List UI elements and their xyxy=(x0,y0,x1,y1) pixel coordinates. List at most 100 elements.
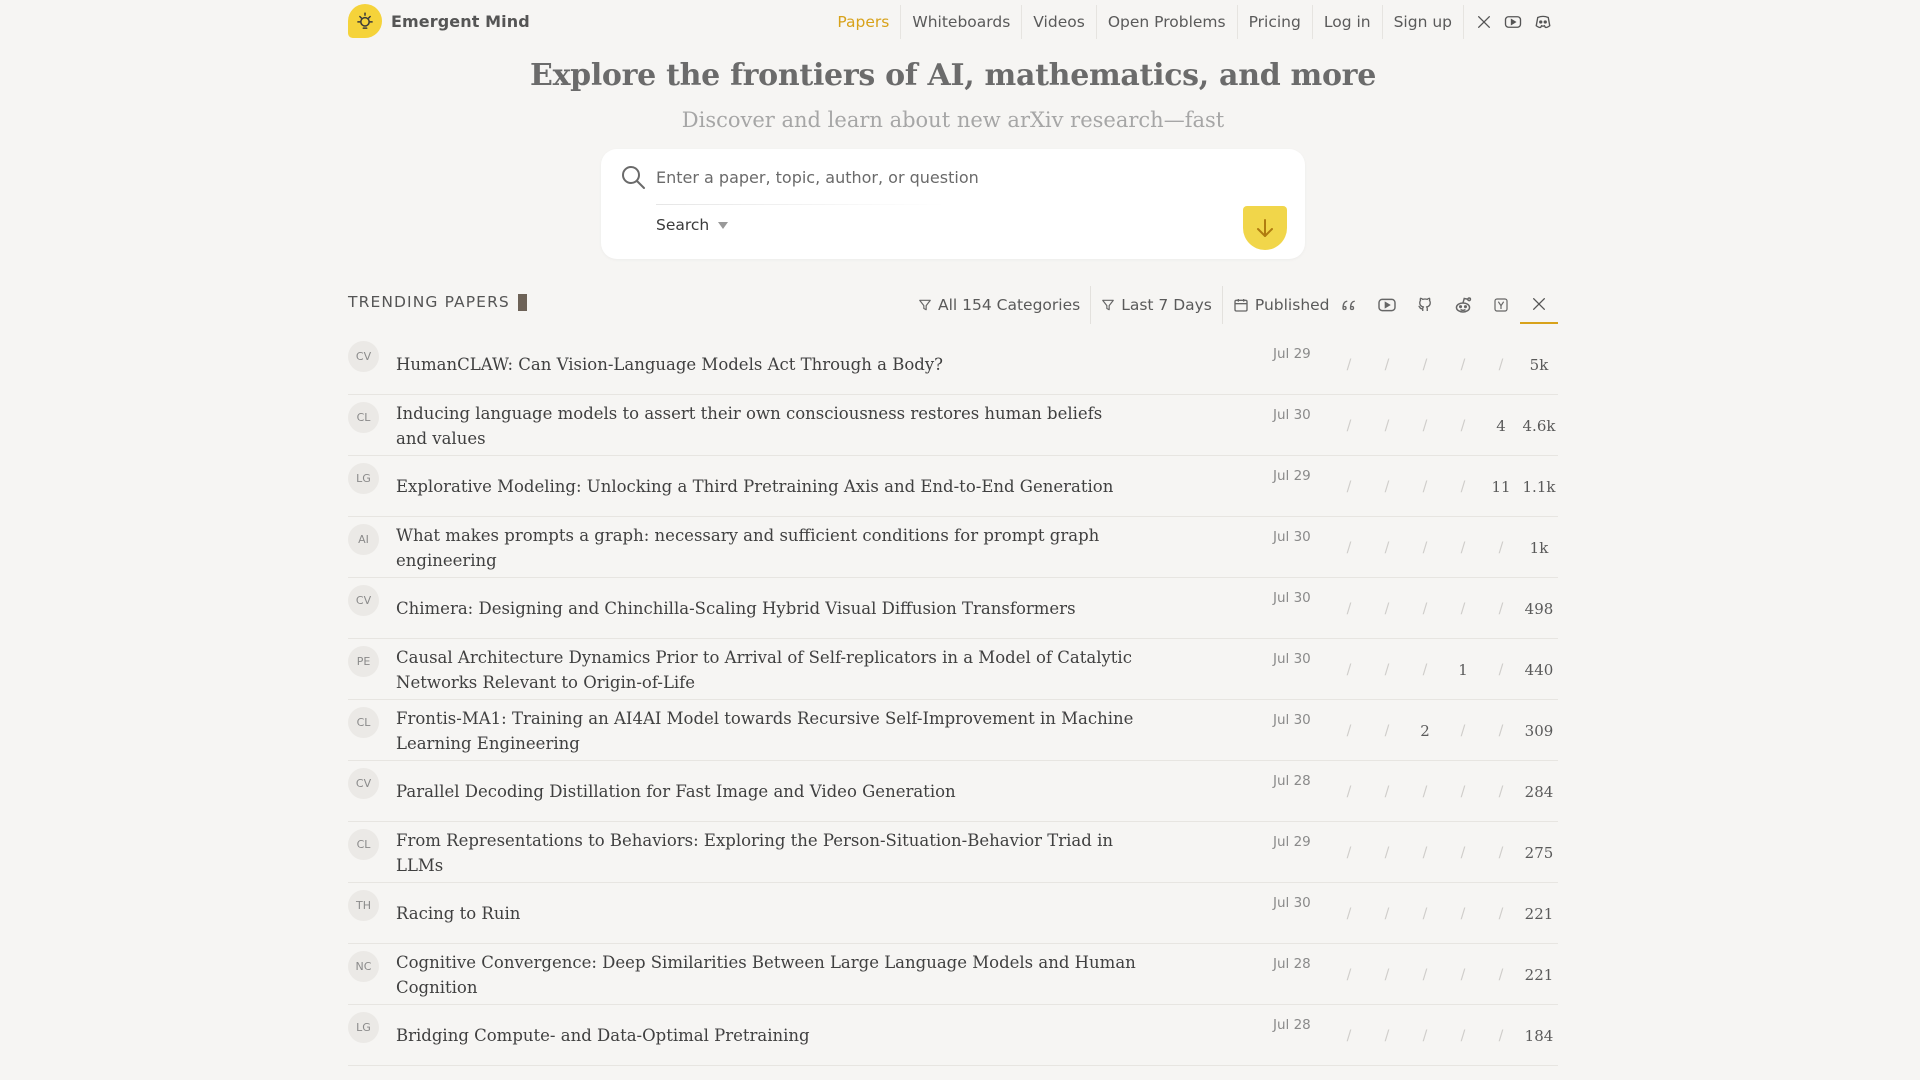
hacker-news-count: / xyxy=(1498,600,1504,617)
paper-row: CV Chimera: Designing and Chinchilla-Sca… xyxy=(348,578,1558,639)
hacker-news-count: / xyxy=(1498,966,1504,983)
github-icon[interactable] xyxy=(1406,286,1444,324)
hacker-news-count: / xyxy=(1498,661,1504,678)
paper-list: CV HumanCLAW: Can Vision-Language Models… xyxy=(348,334,1558,1066)
category-badge[interactable]: CL xyxy=(348,707,379,738)
x-count: 221 xyxy=(1524,965,1554,984)
paper-row: CL From Representations to Behaviors: Ex… xyxy=(348,822,1558,883)
youtube-count: / xyxy=(1384,661,1390,678)
category-badge[interactable]: AI xyxy=(348,524,379,555)
discord-icon[interactable] xyxy=(1528,5,1558,39)
social-links xyxy=(1463,5,1558,39)
logo[interactable]: Emergent Mind xyxy=(348,4,530,38)
paper-title[interactable]: Parallel Decoding Distillation for Fast … xyxy=(396,761,1136,822)
reddit-count: / xyxy=(1460,600,1466,617)
category-badge[interactable]: CV xyxy=(348,585,379,616)
github-count: / xyxy=(1422,783,1428,800)
filters: All 154 Categories Last 7 Days Published xyxy=(908,286,1340,324)
category-badge[interactable]: LG xyxy=(348,463,379,494)
paper-title[interactable]: Cognitive Convergence: Deep Similarities… xyxy=(396,944,1136,1005)
x-icon[interactable] xyxy=(1520,286,1558,324)
date-type-filter[interactable]: Published xyxy=(1221,286,1340,324)
paper-date: Jul 29 xyxy=(1273,468,1311,484)
category-badge[interactable]: CV xyxy=(348,768,379,799)
youtube-icon[interactable] xyxy=(1498,5,1528,39)
category-badge[interactable]: LG xyxy=(348,1012,379,1043)
paper-date: Jul 28 xyxy=(1273,773,1311,789)
paper-title[interactable]: Explorative Modeling: Unlocking a Third … xyxy=(396,456,1136,517)
nav-whiteboards[interactable]: Whiteboards xyxy=(900,5,1021,39)
search-mode-dropdown[interactable]: Search xyxy=(656,216,729,234)
citations-count: / xyxy=(1346,661,1352,678)
paper-title[interactable]: Frontis-MA1: Training an AI4AI Model tow… xyxy=(396,700,1136,761)
nav-open-problems[interactable]: Open Problems xyxy=(1095,5,1237,39)
github-count: / xyxy=(1422,966,1428,983)
paper-row: CV HumanCLAW: Can Vision-Language Models… xyxy=(348,334,1558,395)
x-count: 440 xyxy=(1524,660,1554,679)
hacker-news-count: 4 xyxy=(1496,416,1506,435)
paper-row: AI What makes prompts a graph: necessary… xyxy=(348,517,1558,578)
x-count: 498 xyxy=(1524,599,1554,618)
category-badge[interactable]: PE xyxy=(348,646,379,677)
nav-papers[interactable]: Papers xyxy=(826,5,900,39)
x-count: 284 xyxy=(1524,782,1554,801)
youtube-count: / xyxy=(1384,600,1390,617)
citations-count: / xyxy=(1346,966,1352,983)
nav-videos[interactable]: Videos xyxy=(1021,5,1096,39)
category-badge[interactable]: NC xyxy=(348,951,379,982)
category-filter[interactable]: All 154 Categories xyxy=(908,286,1090,324)
x-count: 1k xyxy=(1529,538,1549,557)
github-count: / xyxy=(1422,844,1428,861)
reddit-icon[interactable] xyxy=(1444,286,1482,324)
cursor-block xyxy=(517,293,527,311)
paper-title[interactable]: Inducing language models to assert their… xyxy=(396,395,1136,456)
hacker-news-icon[interactable] xyxy=(1482,286,1520,324)
paper-title[interactable]: Causal Architecture Dynamics Prior to Ar… xyxy=(396,639,1136,700)
quote-icon[interactable] xyxy=(1330,286,1368,324)
youtube-count: / xyxy=(1384,966,1390,983)
paper-date: Jul 30 xyxy=(1273,895,1311,911)
paper-title[interactable]: What makes prompts a graph: necessary an… xyxy=(396,517,1136,578)
search-mode-label: Search xyxy=(656,216,710,234)
paper-title[interactable]: From Representations to Behaviors: Explo… xyxy=(396,822,1136,883)
youtube-count: / xyxy=(1384,356,1390,373)
citations-count: / xyxy=(1346,356,1352,373)
paper-date: Jul 28 xyxy=(1273,1017,1311,1033)
paper-row: LG Bridging Compute- and Data-Optimal Pr… xyxy=(348,1005,1558,1066)
paper-title[interactable]: Bridging Compute- and Data-Optimal Pretr… xyxy=(396,1005,1136,1066)
nav-log-in[interactable]: Log in xyxy=(1311,5,1382,39)
category-badge[interactable]: CV xyxy=(348,341,379,372)
main-nav: Papers Whiteboards Videos Open Problems … xyxy=(826,0,1558,44)
date-type-label: Published xyxy=(1254,296,1330,314)
hacker-news-count: / xyxy=(1498,539,1504,556)
youtube-count: / xyxy=(1384,783,1390,800)
paper-title[interactable]: Racing to Ruin xyxy=(396,883,1136,944)
github-count: / xyxy=(1422,905,1428,922)
top-bar: Emergent Mind Papers Whiteboards Videos … xyxy=(348,0,1558,44)
category-badge[interactable]: CL xyxy=(348,402,379,433)
x-count: 5k xyxy=(1529,355,1549,374)
paper-title[interactable]: Chimera: Designing and Chinchilla-Scalin… xyxy=(396,578,1136,639)
paper-date: Jul 30 xyxy=(1273,407,1311,423)
nav-sign-up[interactable]: Sign up xyxy=(1381,5,1463,39)
hacker-news-count: 11 xyxy=(1491,477,1511,496)
paper-date: Jul 28 xyxy=(1273,956,1311,972)
citations-count: / xyxy=(1346,1027,1352,1044)
hero-subtitle: Discover and learn about new arXiv resea… xyxy=(681,108,1225,132)
citations-count: / xyxy=(1346,783,1352,800)
paper-row: CL Inducing language models to assert th… xyxy=(348,395,1558,456)
search-submit-button[interactable] xyxy=(1243,206,1287,250)
hacker-news-count: / xyxy=(1498,1027,1504,1044)
hacker-news-count: / xyxy=(1498,905,1504,922)
github-count: / xyxy=(1422,600,1428,617)
range-filter[interactable]: Last 7 Days xyxy=(1090,286,1222,324)
category-badge[interactable]: TH xyxy=(348,890,379,921)
search-input[interactable] xyxy=(656,163,1216,191)
calendar-icon xyxy=(1234,299,1248,312)
category-badge[interactable]: CL xyxy=(348,829,379,860)
paper-title[interactable]: HumanCLAW: Can Vision-Language Models Ac… xyxy=(396,334,1136,395)
paper-date: Jul 30 xyxy=(1273,529,1311,545)
nav-pricing[interactable]: Pricing xyxy=(1236,5,1312,39)
youtube-icon[interactable] xyxy=(1368,286,1406,324)
x-icon[interactable] xyxy=(1470,5,1498,39)
